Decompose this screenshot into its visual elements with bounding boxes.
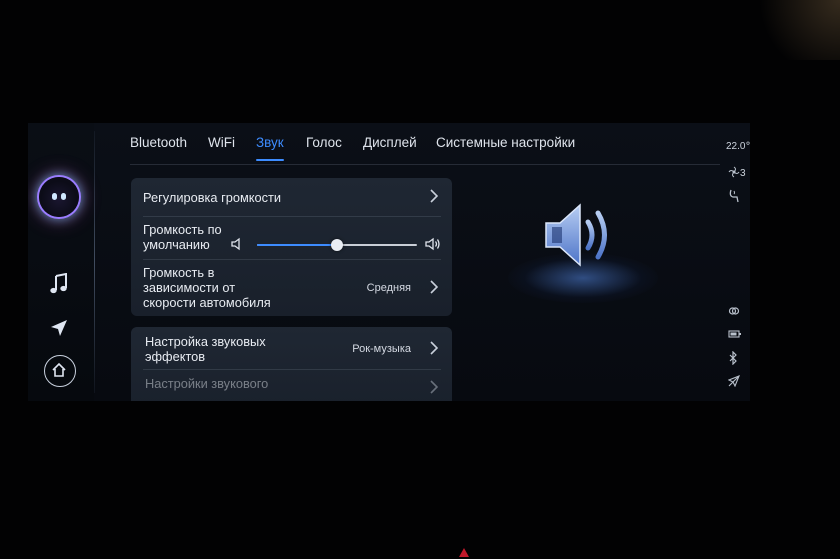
- tab-wifi[interactable]: WiFi: [208, 135, 235, 150]
- volume-high-icon: [425, 237, 441, 256]
- speed-volume-label-line3: скорости автомобиля: [143, 295, 271, 310]
- assistant-right-eye: [61, 193, 66, 200]
- tab-system-settings[interactable]: Системные настройки: [436, 135, 575, 150]
- slider-track[interactable]: [257, 239, 417, 251]
- home-button[interactable]: [44, 355, 76, 387]
- chevron-right-icon: [430, 280, 439, 299]
- sound-effects-value: Рок-музыка: [352, 343, 411, 355]
- tabs-divider: [130, 164, 720, 165]
- ambient-light-glare: [720, 0, 840, 60]
- fan-icon[interactable]: [728, 166, 740, 181]
- volume-control-label: Регулировка громкости: [143, 190, 282, 205]
- volume-low-icon: [231, 237, 243, 256]
- tab-bluetooth[interactable]: Bluetooth: [130, 135, 187, 150]
- tab-voice[interactable]: Голос: [306, 135, 342, 150]
- voice-assistant-avatar[interactable]: [39, 177, 79, 217]
- assistant-left-eye: [52, 193, 57, 200]
- default-volume-slider[interactable]: [231, 235, 443, 255]
- chevron-right-icon: [430, 380, 439, 399]
- fan-level: 3: [740, 168, 746, 179]
- speed-volume-label-line1: Громкость в: [143, 265, 215, 280]
- chevron-right-icon: [430, 341, 439, 360]
- active-tab-indicator: [256, 159, 284, 161]
- speaker-illustration-icon: [516, 195, 636, 275]
- navigation-arrow-icon[interactable]: [47, 318, 71, 344]
- speed-volume-label-line2: зависимости от: [143, 280, 236, 295]
- sound-effects-label-line2: эффектов: [145, 349, 206, 364]
- tab-sound[interactable]: Звук: [256, 135, 284, 150]
- sound-effects-card: Настройка звуковых эффектов Рок-музыка Н…: [131, 327, 452, 401]
- infotainment-screen: Bluetooth WiFi Звук Голос Дисплей Систем…: [28, 123, 750, 401]
- speed-volume-value: Средняя: [366, 282, 411, 294]
- default-volume-label-line2: умолчанию: [143, 237, 210, 252]
- cabin-temperature: 22.0℃: [726, 141, 750, 152]
- link-icon: [728, 305, 740, 320]
- music-note-icon[interactable]: [47, 272, 71, 301]
- slider-thumb[interactable]: [331, 239, 343, 251]
- home-icon: [52, 362, 66, 377]
- battery-icon: [728, 329, 742, 342]
- left-rail: [28, 123, 94, 401]
- default-volume-label-line1: Громкость по: [143, 222, 222, 237]
- volume-control-row[interactable]: Регулировка громкости: [131, 178, 452, 216]
- sound-effects-row[interactable]: Настройка звуковых эффектов Рок-музыка: [131, 327, 452, 369]
- volume-settings-card: Регулировка громкости Громкость по умолч…: [131, 178, 452, 316]
- rail-divider: [94, 131, 95, 393]
- hazard-light-indicator: [459, 548, 469, 557]
- speed-volume-row[interactable]: Громкость в зависимости от скорости авто…: [131, 260, 452, 316]
- tab-display[interactable]: Дисплей: [363, 135, 417, 150]
- sound-field-label: Настройки звукового: [145, 376, 269, 391]
- bluetooth-icon: [728, 350, 738, 368]
- slider-fill: [257, 244, 337, 246]
- seat-heating-icon[interactable]: [728, 189, 740, 206]
- sound-effects-label-line1: Настройка звуковых: [145, 334, 266, 349]
- sound-field-row[interactable]: Настройки звукового: [131, 370, 452, 401]
- location-off-icon: [727, 375, 740, 390]
- chevron-right-icon: [430, 189, 439, 208]
